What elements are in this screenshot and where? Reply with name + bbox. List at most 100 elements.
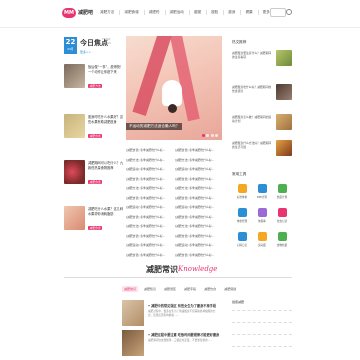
nav-item-6[interactable]: 瘦身 [228,10,242,15]
category-tag[interactable]: 减肥食谱 [88,180,103,184]
slider-dot[interactable] [201,134,205,137]
article-thumbnail[interactable] [64,64,85,88]
article-thumbnail[interactable] [64,160,85,184]
heart-icon [277,208,287,217]
list-item[interactable]: 减肥吃什么水果？这几种水果帮你消耗脂肪 减肥食谱 [64,206,124,236]
knowledge-title-en: Knowledge [178,265,218,273]
article-title[interactable]: 减肥期间可以吃什么？九款低热量食物推荐 [88,161,124,170]
search-input[interactable] [270,8,286,17]
article-title[interactable]: 饭后做“一事”，瘦得快！一个动作让你瘦下来 [88,65,124,74]
tool-item[interactable]: 体重管理 [232,208,252,228]
headline-link[interactable]: [减肥食谱] 冬季减肥吃什么好... [175,215,222,225]
category-tag[interactable]: 减肥食谱 [88,134,103,138]
list-item[interactable]: 减肥瘦身吃什么好？减肥期间的饮食建议 [232,84,292,100]
knowledge-article-title[interactable]: • 减肥过程中要注意 吃饭时间要规律才能更好瘦身 [148,332,219,337]
article-thumbnail[interactable] [64,114,85,138]
headline-link[interactable]: [减肥食谱] 冬季减肥吃什么好... [175,196,222,206]
headline-link[interactable]: [减肥食谱] 冬季减肥吃什么好... [126,215,173,225]
tab-knowledge-0[interactable]: 减肥常识 [122,286,139,292]
list-item[interactable]: 饭后做“一事”，瘦得快！一个动作让你瘦下来 减肥方法 [64,64,124,94]
tool-item[interactable]: 热量计算 [272,184,292,204]
nav-item-5[interactable]: 瘦脸 [211,10,225,15]
list-item[interactable]: 减肥瘦身要注意什么？减肥期间的注意事项 [232,50,292,66]
headline-link[interactable]: [减肥运动] 冬季减肥吃什么好... [175,205,222,215]
tab-knowledge-4[interactable]: 减肥饮食 [202,286,218,292]
knowledge-article-title[interactable]: • 减肥中的常见误区 有些女生为了瘦身不择手段 [148,303,216,308]
nav-item-3[interactable]: 减肥运动 [170,10,190,15]
nav-item-7[interactable]: 健康 [245,10,259,15]
tab-knowledge-3[interactable]: 减肥手段 [182,286,198,292]
tool-item[interactable]: 心情日记 [232,232,252,252]
category-tag[interactable]: 减肥食谱 [88,226,103,230]
article-title[interactable]: 瘦身时吃什么水果好？这些水果有助减肥瘦身 [88,115,124,124]
list-item[interactable]: 减肥瘦身什么方法好？减肥期间的生活习惯 [232,140,292,156]
nav-item-1[interactable]: 减肥食谱 [124,10,145,15]
headline-link[interactable]: [减肥食谱] 冬季减肥吃什么好... [126,234,173,244]
headline-link[interactable]: [减肥运动] 冬季减肥吃什么好... [126,205,173,215]
side-article-thumbnail[interactable] [276,140,292,156]
more-link[interactable]: 更多>> [80,50,91,54]
headline-link[interactable]: [减肥食谱] 冬季减肥吃什么好... [175,234,222,244]
article-title[interactable]: 减肥吃什么水果？这几种水果帮你消耗脂肪 [88,207,124,216]
tool-item[interactable]: 饮食记录 [272,208,292,228]
headline-link[interactable]: [减肥方法] 冬季减肥吃什么好... [126,224,173,234]
search-icon[interactable] [286,9,292,15]
category-tag[interactable]: 减肥方法 [88,84,103,88]
site-name[interactable]: 减肥吧 [78,9,93,16]
headline-link[interactable]: [减肥食谱] 冬季减肥吃什么好... [175,148,222,158]
body-icon [257,208,267,217]
hero-slider[interactable]: 不运动的减肥方法适合懒人吗？ [126,36,222,140]
headline-link[interactable]: [减肥方法] 冬季减肥吃什么好... [175,186,222,196]
tool-item[interactable]: 体脂率 [252,208,272,228]
headline-link[interactable]: [减肥运动] 冬季减肥吃什么好... [126,243,173,253]
tool-item[interactable]: 标准体重 [232,184,252,204]
nav-item-4[interactable]: 瘦腿 [194,10,208,15]
side-article-title[interactable]: 减肥瘦身怎么做？减肥期间的运动计划 [232,115,272,123]
headline-link[interactable]: [减肥运动] 冬季减肥吃什么好... [175,167,222,177]
side-article-title[interactable]: 减肥瘦身吃什么好？减肥期间的饮食建议 [232,85,272,93]
nav-item-0[interactable]: 减肥方法 [100,10,121,15]
tool-label: 体重管理 [236,220,248,223]
headline-link[interactable]: [减肥食谱] 冬季减肥吃什么好... [126,196,173,206]
headline-link[interactable]: [减肥食谱] 冬季减肥吃什么好... [175,177,222,187]
knowledge-side-title: 健康减肥 [232,300,245,304]
side-article-thumbnail[interactable] [276,114,292,130]
side-article-thumbnail[interactable] [276,50,292,66]
hero-caption[interactable]: 不运动的减肥方法适合懒人吗？ [126,123,183,130]
list-item[interactable]: 减肥瘦身怎么做？减肥期间的运动计划 [232,114,292,130]
list-item[interactable]: 减肥期间可以吃什么？九款低热量食物推荐 减肥食谱 [64,160,124,190]
divider [232,346,292,347]
headline-link[interactable]: [减肥方法] 冬季减肥吃什么好... [126,186,173,196]
slider-dot[interactable] [215,134,218,137]
headline-link[interactable]: [减肥食谱] 冬季减肥吃什么好... [175,253,222,263]
side-article-thumbnail[interactable] [276,84,292,100]
knowledge-thumbnail[interactable] [122,300,144,326]
headline-link[interactable]: [减肥运动] 冬季减肥吃什么好... [126,167,173,177]
side-article-title[interactable]: 减肥瘦身要注意什么？减肥期间的注意事项 [232,51,272,59]
headline-link[interactable]: [减肥运动] 冬季减肥吃什么好... [175,243,222,253]
tab-knowledge-1[interactable]: 减肥知识 [142,286,158,292]
headline-link[interactable]: [减肥食谱] 冬季减肥吃什么好... [126,253,173,263]
tool-item[interactable]: 食物热量 [272,232,292,252]
tool-item[interactable]: 运动量 [252,232,272,252]
side-section-title: 热文推荐 [232,40,247,44]
headline-link[interactable]: [减肥方法] 冬季减肥吃什么好... [175,158,222,168]
tab-knowledge-2[interactable]: 减肥误区 [162,286,178,292]
site-logo[interactable]: MM [62,8,76,18]
headline-link[interactable]: [减肥方法] 冬季减肥吃什么好... [175,224,222,234]
slider-dot[interactable] [210,134,214,137]
headline-link[interactable]: [减肥食谱] 冬季减肥吃什么好... [126,148,173,158]
nav-item-2[interactable]: 减肥药 [149,10,166,15]
slider-dot[interactable] [206,134,209,137]
knowledge-article-desc: 减肥期间饮食要规律，三餐定时定量，不要暴饮暴食…… [148,339,213,342]
tool-item[interactable]: BMI计算 [252,184,272,204]
headline-link[interactable]: [减肥食谱] 冬季减肥吃什么好... [126,177,173,187]
table-row: [减肥食谱] 冬季减肥吃什么好... [减肥食谱] 冬季减肥吃什么好... [126,196,222,206]
knowledge-thumbnail[interactable] [122,330,144,356]
headline-link[interactable]: [减肥方法] 冬季减肥吃什么好... [126,158,173,168]
tool-label: 饮食记录 [276,220,288,223]
article-thumbnail[interactable] [64,206,85,230]
tab-knowledge-5[interactable]: 减肥保健 [222,286,238,292]
list-item[interactable]: 瘦身时吃什么水果好？这些水果有助减肥瘦身 减肥食谱 [64,114,124,144]
side-article-title[interactable]: 减肥瘦身什么方法好？减肥期间的生活习惯 [232,141,272,149]
